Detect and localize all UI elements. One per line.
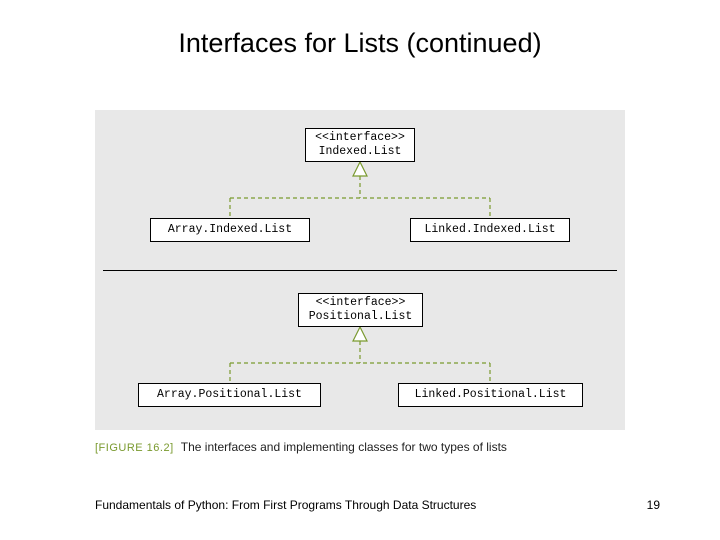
footer-text: Fundamentals of Python: From First Progr… <box>95 498 476 512</box>
figure-caption-text: The interfaces and implementing classes … <box>181 440 507 454</box>
figure-caption: [FIGURE 16.2] The interfaces and impleme… <box>95 440 507 454</box>
class-name: Positional.List <box>309 310 413 324</box>
interface-indexed-list: <<interface>> Indexed.List <box>305 128 415 162</box>
class-linked-indexed-list: Linked.Indexed.List <box>410 218 570 242</box>
class-linked-positional-list: Linked.Positional.List <box>398 383 583 407</box>
class-name: Array.Positional.List <box>157 388 302 402</box>
class-name: Array.Indexed.List <box>168 223 292 237</box>
divider <box>103 270 617 271</box>
class-name: Linked.Indexed.List <box>424 223 555 237</box>
page-number: 19 <box>647 498 660 512</box>
class-array-indexed-list: Array.Indexed.List <box>150 218 310 242</box>
class-array-positional-list: Array.Positional.List <box>138 383 321 407</box>
stereotype: <<interface>> <box>315 131 405 145</box>
figure-label: [FIGURE 16.2] <box>95 442 174 454</box>
page-title: Interfaces for Lists (continued) <box>0 0 720 59</box>
uml-figure: <<interface>> Indexed.List Array.Indexed… <box>95 110 625 430</box>
stereotype: <<interface>> <box>316 296 406 310</box>
class-name: Linked.Positional.List <box>415 388 567 402</box>
class-name: Indexed.List <box>319 145 402 159</box>
interface-positional-list: <<interface>> Positional.List <box>298 293 423 327</box>
